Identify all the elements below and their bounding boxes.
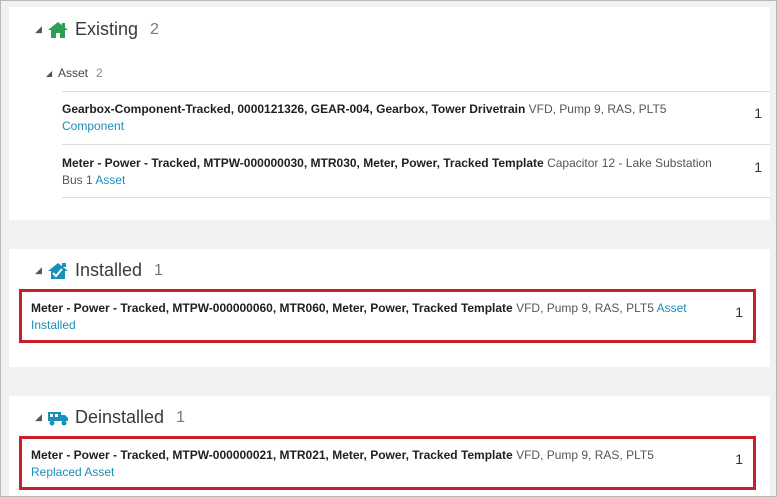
row-quantity: 1: [754, 105, 762, 121]
existing-header[interactable]: ◢ Existing 2: [35, 19, 159, 40]
collapse-triangle-icon[interactable]: ◢: [46, 69, 58, 78]
row-location: VFD, Pump 9, RAS, PLT5: [512, 301, 657, 315]
truck-icon: [47, 409, 69, 427]
group-label: Asset: [58, 66, 89, 80]
existing-section: ◢ Existing 2 ◢ Asset 2 Gearbox-Component…: [9, 7, 770, 220]
row-quantity: 1: [735, 304, 743, 320]
row-location: VFD, Pump 9, RAS, PLT5: [525, 102, 667, 116]
house-icon: [47, 21, 69, 39]
divider: [62, 197, 770, 198]
house-check-icon: [47, 262, 69, 280]
group-count: 2: [96, 66, 103, 80]
row-location: VFD, Pump 9, RAS, PLT5: [512, 448, 654, 462]
row-type-link[interactable]: Replaced Asset: [31, 465, 114, 479]
main-frame: ◢ Existing 2 ◢ Asset 2 Gearbox-Component…: [0, 0, 777, 497]
row-title: Gearbox-Component-Tracked, 0000121326, G…: [62, 102, 526, 116]
row-text: Meter - Power - Tracked, MTPW-000000021,…: [31, 447, 701, 481]
installed-header[interactable]: ◢ Installed 1: [35, 260, 163, 281]
section-count: 1: [154, 261, 163, 279]
row-text: Meter - Power - Tracked, MTPW-000000060,…: [31, 300, 701, 334]
collapse-triangle-icon[interactable]: ◢: [35, 412, 47, 423]
list-item-highlighted[interactable]: Meter - Power - Tracked, MTPW-000000021,…: [19, 436, 756, 490]
row-type-link[interactable]: Asset: [95, 173, 125, 187]
deinstalled-header[interactable]: ◢ Deinstalled 1: [35, 407, 185, 428]
row-quantity: 1: [735, 451, 743, 467]
installed-section: ◢ Installed 1 Meter - Power - Tracked, M…: [9, 249, 770, 367]
collapse-triangle-icon[interactable]: ◢: [35, 24, 47, 35]
list-item-highlighted[interactable]: Meter - Power - Tracked, MTPW-000000060,…: [19, 289, 756, 343]
row-title: Meter - Power - Tracked, MTPW-000000030,…: [62, 156, 544, 170]
divider: [62, 144, 770, 145]
collapse-triangle-icon[interactable]: ◢: [35, 265, 47, 276]
section-title: Installed: [75, 260, 143, 280]
list-item[interactable]: Gearbox-Component-Tracked, 0000121326, G…: [62, 101, 770, 141]
section-title: Deinstalled: [75, 407, 165, 427]
section-title: Existing: [75, 19, 139, 39]
asset-group-header[interactable]: ◢ Asset 2: [46, 66, 103, 80]
row-quantity: 1: [754, 159, 762, 175]
row-text: Meter - Power - Tracked, MTPW-000000030,…: [62, 155, 712, 189]
row-title: Meter - Power - Tracked, MTPW-000000060,…: [31, 301, 513, 315]
row-type-link[interactable]: Component: [62, 119, 124, 133]
deinstalled-section: ◢ Deinstalled 1 Meter - Power - Tracked,…: [9, 396, 770, 496]
list-item[interactable]: Meter - Power - Tracked, MTPW-000000030,…: [62, 155, 770, 195]
row-title: Meter - Power - Tracked, MTPW-000000021,…: [31, 448, 513, 462]
row-text: Gearbox-Component-Tracked, 0000121326, G…: [62, 101, 712, 135]
divider: [62, 91, 770, 92]
section-count: 2: [150, 20, 159, 38]
section-count: 1: [176, 408, 185, 426]
